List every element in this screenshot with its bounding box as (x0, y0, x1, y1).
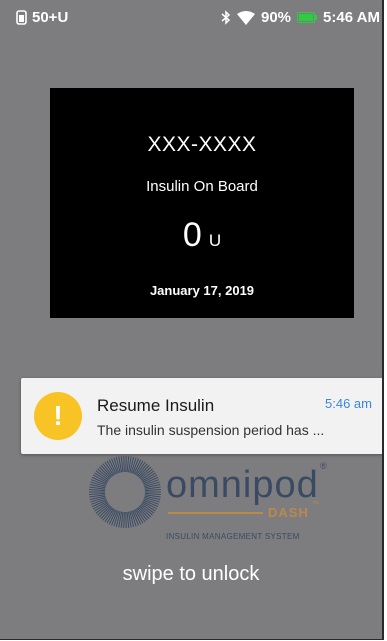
device-id: XXX-XXXX (147, 133, 257, 156)
logo-divider (168, 512, 263, 514)
wifi-icon (237, 10, 255, 25)
warning-icon: ! (34, 392, 82, 440)
device-frame: 50+U 90% 5:46 AM XXX-XXXX Insulin On Boa… (0, 0, 387, 641)
iob-value: 0 (182, 216, 202, 254)
status-left: 50+U (16, 9, 68, 26)
omnipod-ring-icon (89, 456, 161, 528)
status-iob-text: 50+U (32, 9, 69, 26)
omnipod-dash-logo: omnipod ® DASH ™ INSULIN MANAGEMENT SYST… (88, 455, 338, 545)
resume-insulin-notification[interactable]: ! Resume Insulin 5:46 am The insulin sus… (21, 378, 382, 454)
logo-tagline: INSULIN MANAGEMENT SYSTEM (166, 532, 300, 541)
insulin-on-board-card: XXX-XXXX Insulin On Board 0 U January 17… (50, 88, 354, 318)
iob-unit: U (208, 231, 222, 250)
notification-body: The insulin suspension period has ... (97, 422, 325, 438)
swipe-to-unlock[interactable]: swipe to unlock (0, 563, 382, 586)
status-time: 5:46 AM (323, 9, 380, 26)
lock-screen[interactable]: 50+U 90% 5:46 AM XXX-XXXX Insulin On Boa… (0, 0, 384, 640)
status-right: 90% 5:46 AM (221, 9, 380, 26)
battery-icon (297, 12, 318, 23)
iob-label: Insulin On Board (146, 178, 258, 195)
notification-title: Resume Insulin (97, 396, 215, 415)
logo-registered-mark: ® (320, 461, 327, 471)
notification-time: 5:46 am (325, 396, 372, 411)
logo-submark: DASH (268, 505, 309, 520)
iob-date: January 17, 2019 (149, 283, 255, 298)
logo-trademark: ™ (312, 501, 319, 508)
logo-wordmark: omnipod (166, 464, 319, 506)
insulin-on-board-icon (16, 10, 27, 25)
bluetooth-icon (221, 10, 231, 25)
iob-value-row: 0 U (50, 215, 354, 255)
status-bar: 50+U 90% 5:46 AM (0, 0, 382, 34)
battery-percent: 90% (261, 9, 292, 26)
